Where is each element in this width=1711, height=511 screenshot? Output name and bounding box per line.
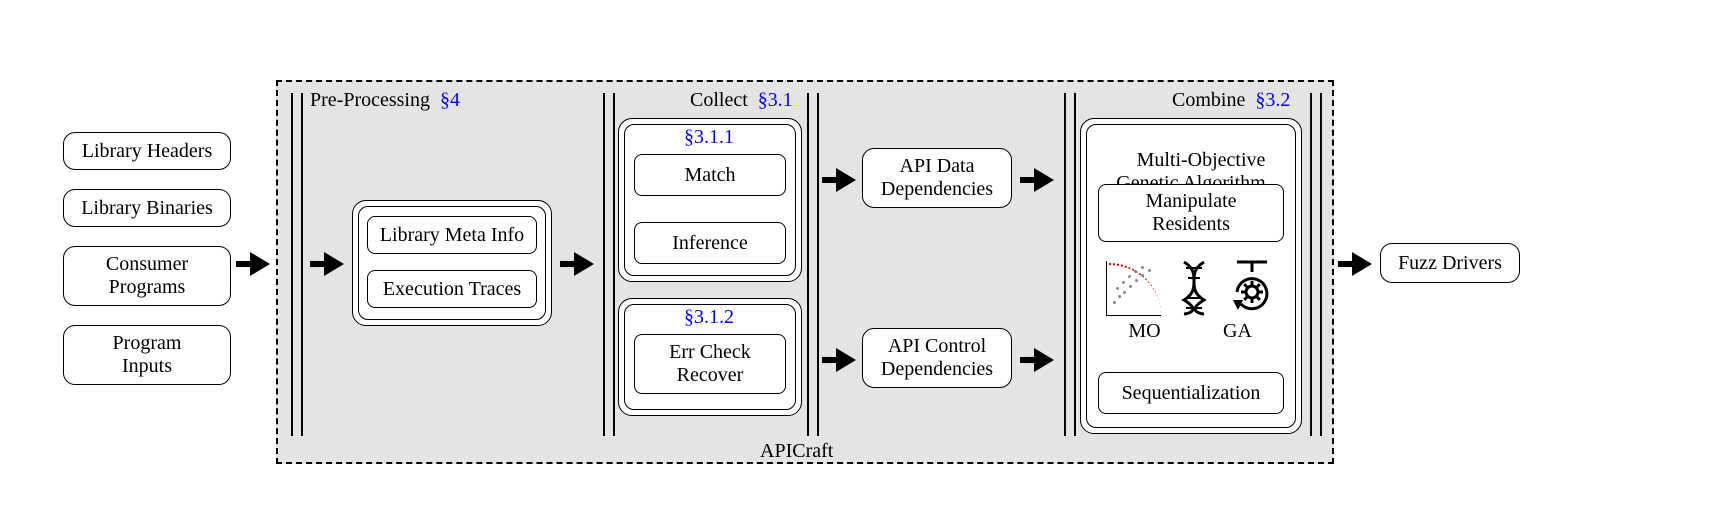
- text: Fuzz Drivers: [1398, 252, 1502, 275]
- arrow-collect-to-data-deps: [822, 168, 856, 192]
- bars-collect: [603, 93, 615, 436]
- text: Execution Traces: [383, 278, 521, 301]
- label-combine: Combine §3.2: [1172, 89, 1290, 112]
- arrow-collect-to-ctrl-deps: [822, 348, 856, 372]
- input-consumer-programs: Consumer Programs: [63, 246, 231, 306]
- output-fuzz-drivers: Fuzz Drivers: [1380, 243, 1520, 283]
- input-library-binaries: Library Binaries: [63, 189, 231, 227]
- text: Library Binaries: [81, 197, 213, 220]
- combine-sequentialization: Sequentialization: [1098, 372, 1284, 414]
- arrow-to-output: [1338, 252, 1372, 276]
- preproc-traces: Execution Traces: [367, 270, 537, 308]
- api-ctrl-deps: API Control Dependencies: [862, 328, 1012, 388]
- text: Manipulate Residents: [1145, 190, 1236, 236]
- bars-combine-right: [1310, 93, 1322, 436]
- label-preprocessing: Pre-Processing §4: [310, 89, 460, 112]
- collect-top-ref: §3.1.1: [684, 126, 734, 149]
- apicraft-caption: APICraft: [760, 440, 833, 463]
- arrow-into-preproc: [310, 252, 344, 276]
- ga-label: GA: [1198, 320, 1278, 343]
- collect-bot-ref: §3.1.2: [684, 306, 734, 329]
- combine-icon-captions: MO GA: [1098, 320, 1284, 343]
- pareto-icon: [1106, 261, 1161, 316]
- arrow-ctrl-deps-to-combine: [1020, 348, 1054, 372]
- input-program-inputs: Program Inputs: [63, 325, 231, 385]
- bars-preprocessing: [291, 93, 303, 436]
- label-collect: Collect §3.1: [690, 89, 793, 112]
- bars-collect-right: [807, 93, 819, 436]
- text: Consumer Programs: [106, 253, 188, 299]
- arrow-preproc-to-collect: [560, 252, 594, 276]
- text: Inference: [672, 232, 748, 255]
- text: API Control Dependencies: [881, 335, 993, 381]
- text: Match: [684, 164, 735, 187]
- dna-icon: [1176, 260, 1212, 316]
- mo-label: MO: [1105, 320, 1185, 343]
- collect-match: Match: [634, 154, 786, 196]
- gear-cycle-icon: [1227, 260, 1277, 316]
- bars-combine: [1064, 93, 1076, 436]
- arrow-inputs-to-frame: [236, 252, 270, 276]
- text: Library Meta Info: [380, 224, 524, 247]
- collect-inference: Inference: [634, 222, 786, 264]
- text: Sequentialization: [1122, 382, 1261, 405]
- text: Err Check Recover: [669, 341, 751, 387]
- text: API Data Dependencies: [881, 155, 993, 201]
- preproc-meta: Library Meta Info: [367, 216, 537, 254]
- combine-icons: [1098, 254, 1284, 316]
- input-library-headers: Library Headers: [63, 132, 231, 170]
- combine-manipulate: Manipulate Residents: [1098, 184, 1284, 242]
- api-data-deps: API Data Dependencies: [862, 148, 1012, 208]
- collect-err: Err Check Recover: [634, 334, 786, 394]
- arrow-data-deps-to-combine: [1020, 168, 1054, 192]
- text: Program Inputs: [113, 332, 182, 378]
- text: Library Headers: [82, 140, 213, 163]
